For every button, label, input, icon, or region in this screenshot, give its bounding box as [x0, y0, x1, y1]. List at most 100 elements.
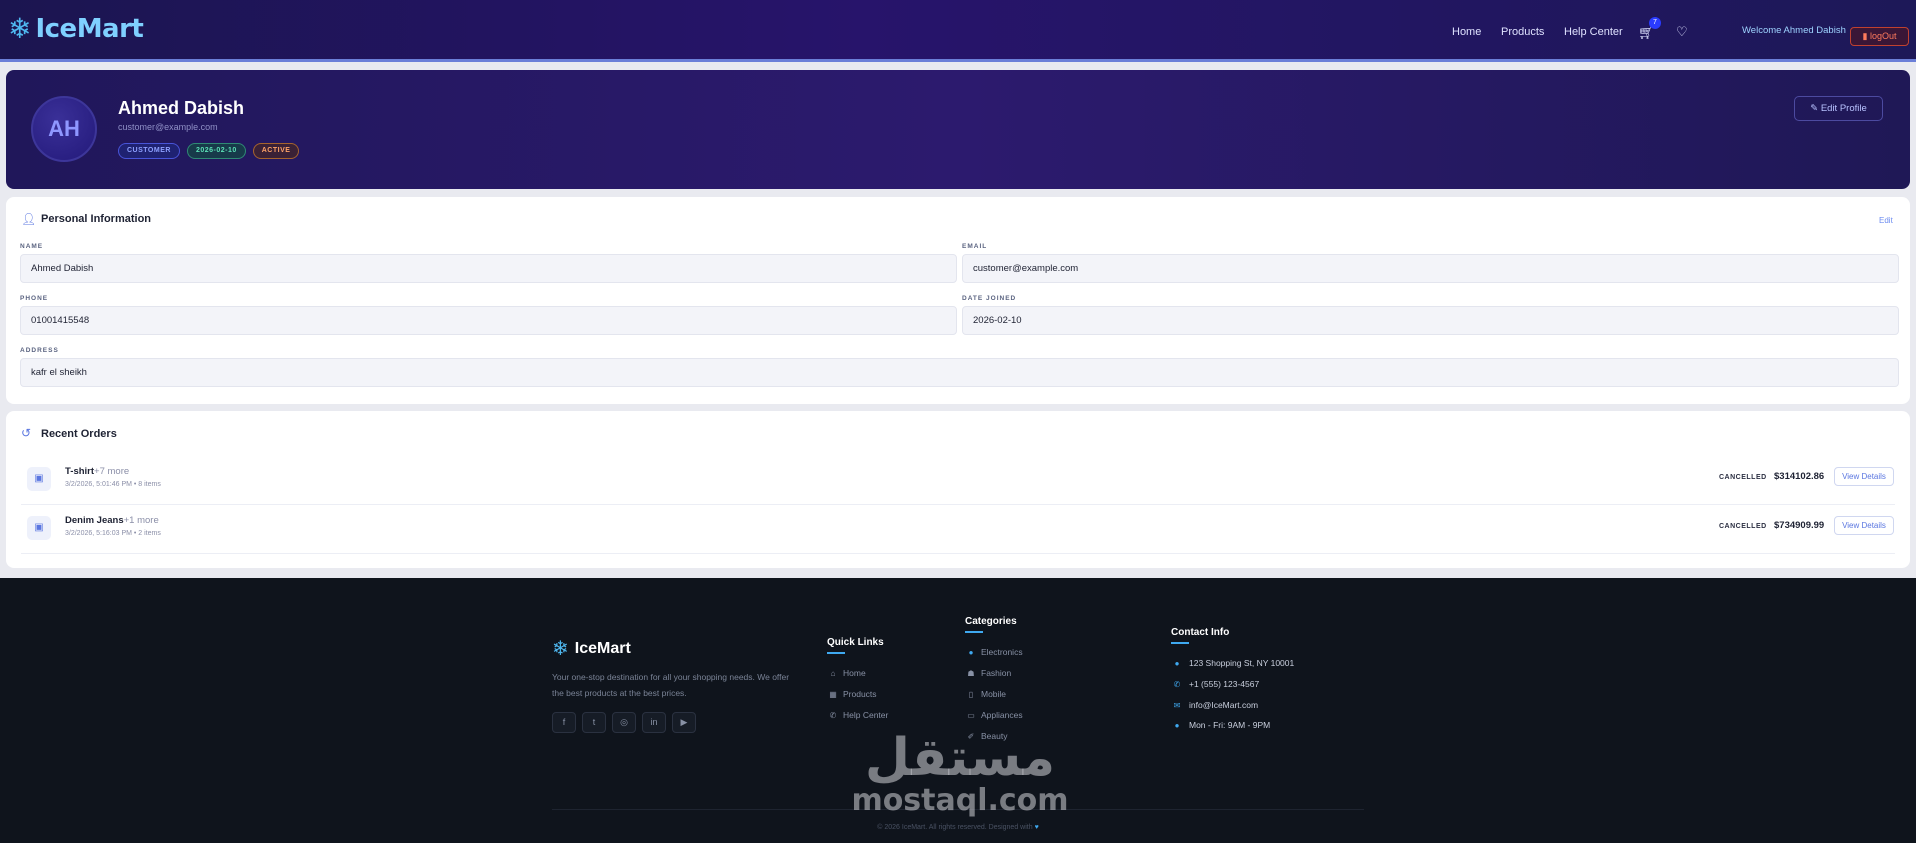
- footer-link-home[interactable]: ⌂ Home: [827, 668, 866, 678]
- envelope-icon: ✉: [1173, 701, 1181, 710]
- edit-profile-button[interactable]: ✎ Edit Profile: [1794, 96, 1883, 121]
- brand-name: IceMart: [35, 14, 144, 44]
- date-joined-label: DATE JOINED: [962, 295, 1017, 302]
- view-details-button[interactable]: View Details: [1834, 516, 1894, 535]
- category-mobile[interactable]: ▯ Mobile: [965, 689, 1006, 699]
- nav-home-link[interactable]: Home: [1452, 26, 1481, 38]
- footer-brand[interactable]: ❄ IceMart: [552, 636, 631, 661]
- order-meta: 3/2/2026, 5:16:03 PM • 2 items: [65, 530, 161, 537]
- recent-orders-title: Recent Orders: [41, 428, 117, 440]
- phone-icon: ✆: [829, 711, 837, 720]
- view-details-button[interactable]: View Details: [1834, 467, 1894, 486]
- phone-icon: ✆: [1173, 680, 1181, 689]
- date-joined-field[interactable]: 2026-02-10: [962, 306, 1899, 335]
- edit-profile-label: Edit Profile: [1820, 103, 1867, 114]
- name-field[interactable]: Ahmed Dabish: [20, 254, 957, 283]
- logout-label: logOut: [1869, 31, 1897, 41]
- order-product-name: T-shirt: [65, 466, 95, 477]
- contact-hours-text: Mon - Fri: 9AM - 9PM: [1189, 720, 1271, 730]
- personal-info-card: 👤︎ Personal Information Edit NAME Ahmed …: [6, 197, 1910, 404]
- order-meta: 3/2/2026, 5:01:46 PM • 8 items: [65, 481, 161, 488]
- location-pin-icon: ●: [1174, 659, 1180, 668]
- top-navbar: ❄ IceMart Home Products Help Center 🛒︎ 7…: [0, 0, 1916, 62]
- email-field[interactable]: customer@example.com: [962, 254, 1899, 283]
- order-row[interactable]: ▣ T-shirt+7 more 3/2/2026, 5:01:46 PM • …: [21, 457, 1895, 505]
- history-icon: ↺: [21, 426, 32, 440]
- footer-link-help-center[interactable]: ✆ Help Center: [827, 710, 889, 720]
- globe-icon: ●: [968, 648, 974, 657]
- nav-products-link[interactable]: Products: [1501, 26, 1544, 38]
- welcome-message: Welcome Ahmed Dabish: [1742, 25, 1846, 36]
- instagram-icon[interactable]: ◎: [612, 712, 636, 733]
- footer-link-label: Products: [843, 689, 877, 699]
- profile-badges: CUSTOMER 2026-02-10 ACTIVE: [118, 143, 300, 159]
- mobile-icon: ▯: [968, 690, 974, 699]
- facebook-icon[interactable]: f: [552, 712, 576, 733]
- copyright-text: © 2026 IceMart. All rights reserved. Des…: [0, 824, 1916, 831]
- youtube-icon[interactable]: ▶: [672, 712, 696, 733]
- email-label: EMAIL: [962, 243, 988, 250]
- contact-info-title: Contact Info: [1171, 627, 1230, 638]
- phone-label: PHONE: [20, 295, 49, 302]
- quick-links-title: Quick Links: [827, 637, 884, 648]
- footer-link-label: Home: [843, 668, 866, 678]
- footer-link-products[interactable]: ▦ Products: [827, 689, 877, 699]
- category-fashion[interactable]: ☗ Fashion: [965, 668, 1011, 678]
- cart-count-badge: 7: [1649, 17, 1661, 29]
- contact-phone-text: +1 (555) 123-4567: [1189, 679, 1260, 689]
- user-icon: 👤︎: [21, 212, 37, 226]
- category-label: Mobile: [981, 689, 1007, 699]
- watermark-latin: mostaql.com: [851, 783, 1069, 818]
- snowflake-icon: ❄: [552, 638, 569, 660]
- profile-email: customer@example.com: [118, 122, 218, 132]
- category-appliances[interactable]: ▭ Appliances: [965, 710, 1022, 720]
- order-total: $314102.86: [1774, 471, 1825, 482]
- contact-email-text: info@IceMart.com: [1189, 700, 1259, 710]
- order-status: CANCELLED: [1719, 474, 1767, 481]
- heart-icon: ♥: [1034, 824, 1039, 831]
- trash-icon: ▮: [1862, 31, 1868, 41]
- snowflake-icon: ❄: [8, 13, 32, 44]
- brand-logo[interactable]: ❄ IceMart: [8, 13, 144, 44]
- linkedin-icon[interactable]: in: [642, 712, 666, 733]
- profile-header-card: AH Ahmed Dabish customer@example.com CUS…: [6, 70, 1910, 189]
- join-date-badge: 2026-02-10: [186, 143, 246, 159]
- address-field[interactable]: kafr el sheikh: [20, 358, 1899, 387]
- twitter-icon[interactable]: t: [582, 712, 606, 733]
- contact-email[interactable]: ✉ info@IceMart.com: [1171, 700, 1258, 710]
- role-badge: CUSTOMER: [118, 143, 180, 159]
- footer-brand-name: IceMart: [574, 639, 631, 657]
- contact-hours: ● Mon - Fri: 9AM - 9PM: [1171, 720, 1271, 730]
- pencil-icon: ✎: [1810, 103, 1819, 114]
- categories-underline: [965, 631, 983, 633]
- nav-help-center-link[interactable]: Help Center: [1564, 26, 1623, 38]
- order-more-count: +7 more: [94, 466, 130, 477]
- category-label: Electronics: [981, 647, 1023, 657]
- wishlist-heart-icon[interactable]: ♡: [1676, 24, 1688, 40]
- package-icon: ▣: [27, 467, 51, 491]
- personal-info-title: Personal Information: [41, 213, 152, 225]
- category-electronics[interactable]: ● Electronics: [965, 647, 1023, 657]
- logout-button[interactable]: ▮ logOut: [1850, 27, 1909, 46]
- order-product-name: Denim Jeans: [65, 515, 124, 526]
- footer-description: Your one-stop destination for all your s…: [552, 672, 790, 698]
- home-icon: ⌂: [830, 669, 836, 678]
- contact-phone[interactable]: ✆ +1 (555) 123-4567: [1171, 679, 1260, 689]
- contact-info-underline: [1171, 642, 1189, 644]
- copyright-label: © 2026 IceMart. All rights reserved. Des…: [877, 824, 1033, 831]
- recent-orders-card: ↺ Recent Orders ▣ T-shirt+7 more 3/2/202…: [6, 411, 1910, 568]
- store-icon: ▦: [829, 690, 837, 699]
- avatar: AH: [31, 96, 97, 162]
- categories-title: Categories: [965, 616, 1017, 627]
- address-label: ADDRESS: [20, 347, 59, 354]
- footer-link-label: Help Center: [843, 710, 889, 720]
- phone-field[interactable]: 01001415548: [20, 306, 957, 335]
- quick-links-underline: [827, 652, 845, 654]
- personal-info-edit-link[interactable]: Edit: [1879, 216, 1893, 225]
- order-row[interactable]: ▣ Denim Jeans+1 more 3/2/2026, 5:16:03 P…: [21, 506, 1895, 554]
- package-icon: ▣: [27, 516, 51, 540]
- clock-icon: ●: [1174, 721, 1180, 730]
- watermark-arabic: مستقل: [864, 728, 1056, 788]
- appliance-icon: ▭: [967, 711, 975, 720]
- order-total: $734909.99: [1774, 520, 1825, 531]
